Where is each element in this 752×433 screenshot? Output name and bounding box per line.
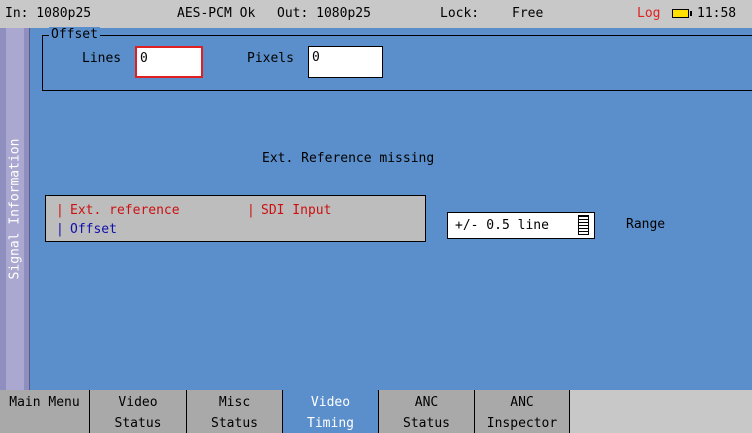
status-bar: In: 1080p25 AES-PCM Ok Out: 1080p25 Lock… bbox=[0, 0, 752, 29]
tab-video-status[interactable]: Video Status bbox=[90, 390, 187, 433]
tab-label: Inspector bbox=[486, 416, 558, 431]
legend-marker-ext: | bbox=[56, 203, 64, 218]
audio-status: AES-PCM Ok bbox=[177, 6, 256, 21]
legend-offset: Offset bbox=[70, 222, 117, 237]
tab-anc-status[interactable]: ANC Status bbox=[379, 390, 475, 433]
signal-information-tab[interactable]: Signal Information bbox=[0, 28, 30, 390]
content-area: Offset Lines 0 Pixels 0 Ext. Reference m… bbox=[30, 27, 752, 390]
lines-label: Lines bbox=[82, 51, 122, 66]
legend-sdi-input: SDI Input bbox=[261, 203, 332, 218]
tab-label: ANC bbox=[414, 395, 439, 410]
tab-anc-inspector[interactable]: ANC Inspector bbox=[475, 390, 570, 433]
pixels-input[interactable]: 0 bbox=[308, 46, 383, 78]
tab-label: Status bbox=[211, 416, 258, 431]
offset-group: Offset Lines 0 Pixels 0 bbox=[42, 27, 752, 91]
lines-input[interactable]: 0 bbox=[135, 46, 203, 78]
tab-label: Status bbox=[114, 416, 162, 431]
tab-label: Main Menu bbox=[9, 395, 80, 410]
lock-label: Lock: bbox=[440, 6, 480, 21]
tab-label: Video bbox=[310, 395, 351, 410]
legend-marker-offset: | bbox=[56, 222, 64, 237]
legend-marker-sdi: | bbox=[247, 203, 255, 218]
legend-box: | Ext. reference | SDI Input | Offset bbox=[45, 195, 426, 242]
input-format: In: 1080p25 bbox=[5, 6, 92, 21]
clock: 11:58 bbox=[697, 6, 737, 21]
side-tab-label: Signal Information bbox=[7, 138, 22, 280]
battery-icon bbox=[672, 9, 692, 18]
tab-misc-status[interactable]: Misc Status bbox=[187, 390, 283, 433]
offset-group-title: Offset bbox=[49, 27, 100, 42]
tab-label: ANC bbox=[510, 395, 534, 410]
output-format: Out: 1080p25 bbox=[277, 6, 371, 21]
range-select[interactable]: +/- 0.5 line bbox=[447, 212, 595, 239]
tab-bar: Main Menu Video Status Misc Status Video… bbox=[0, 390, 752, 433]
tab-label: Misc bbox=[218, 395, 251, 410]
tab-label: Status bbox=[403, 416, 450, 431]
pixels-label: Pixels bbox=[247, 51, 294, 66]
tab-video-timing[interactable]: Video Timing bbox=[283, 390, 379, 433]
lock-value: Free bbox=[512, 6, 544, 21]
tab-label: Video bbox=[118, 395, 158, 410]
legend-ext-reference: Ext. reference bbox=[70, 203, 180, 218]
range-label: Range bbox=[626, 217, 666, 232]
main-panel: Signal Information Offset Lines 0 Pixels… bbox=[0, 27, 752, 390]
tab-main-menu[interactable]: Main Menu bbox=[0, 390, 90, 433]
reference-missing-message: Ext. Reference missing bbox=[262, 151, 435, 166]
tab-bar-empty-area bbox=[570, 390, 752, 433]
range-selected-value: +/- 0.5 line bbox=[455, 218, 549, 233]
log-indicator: Log bbox=[637, 6, 661, 21]
scroll-indicator-icon bbox=[578, 215, 589, 235]
tab-label: Timing bbox=[307, 416, 354, 431]
